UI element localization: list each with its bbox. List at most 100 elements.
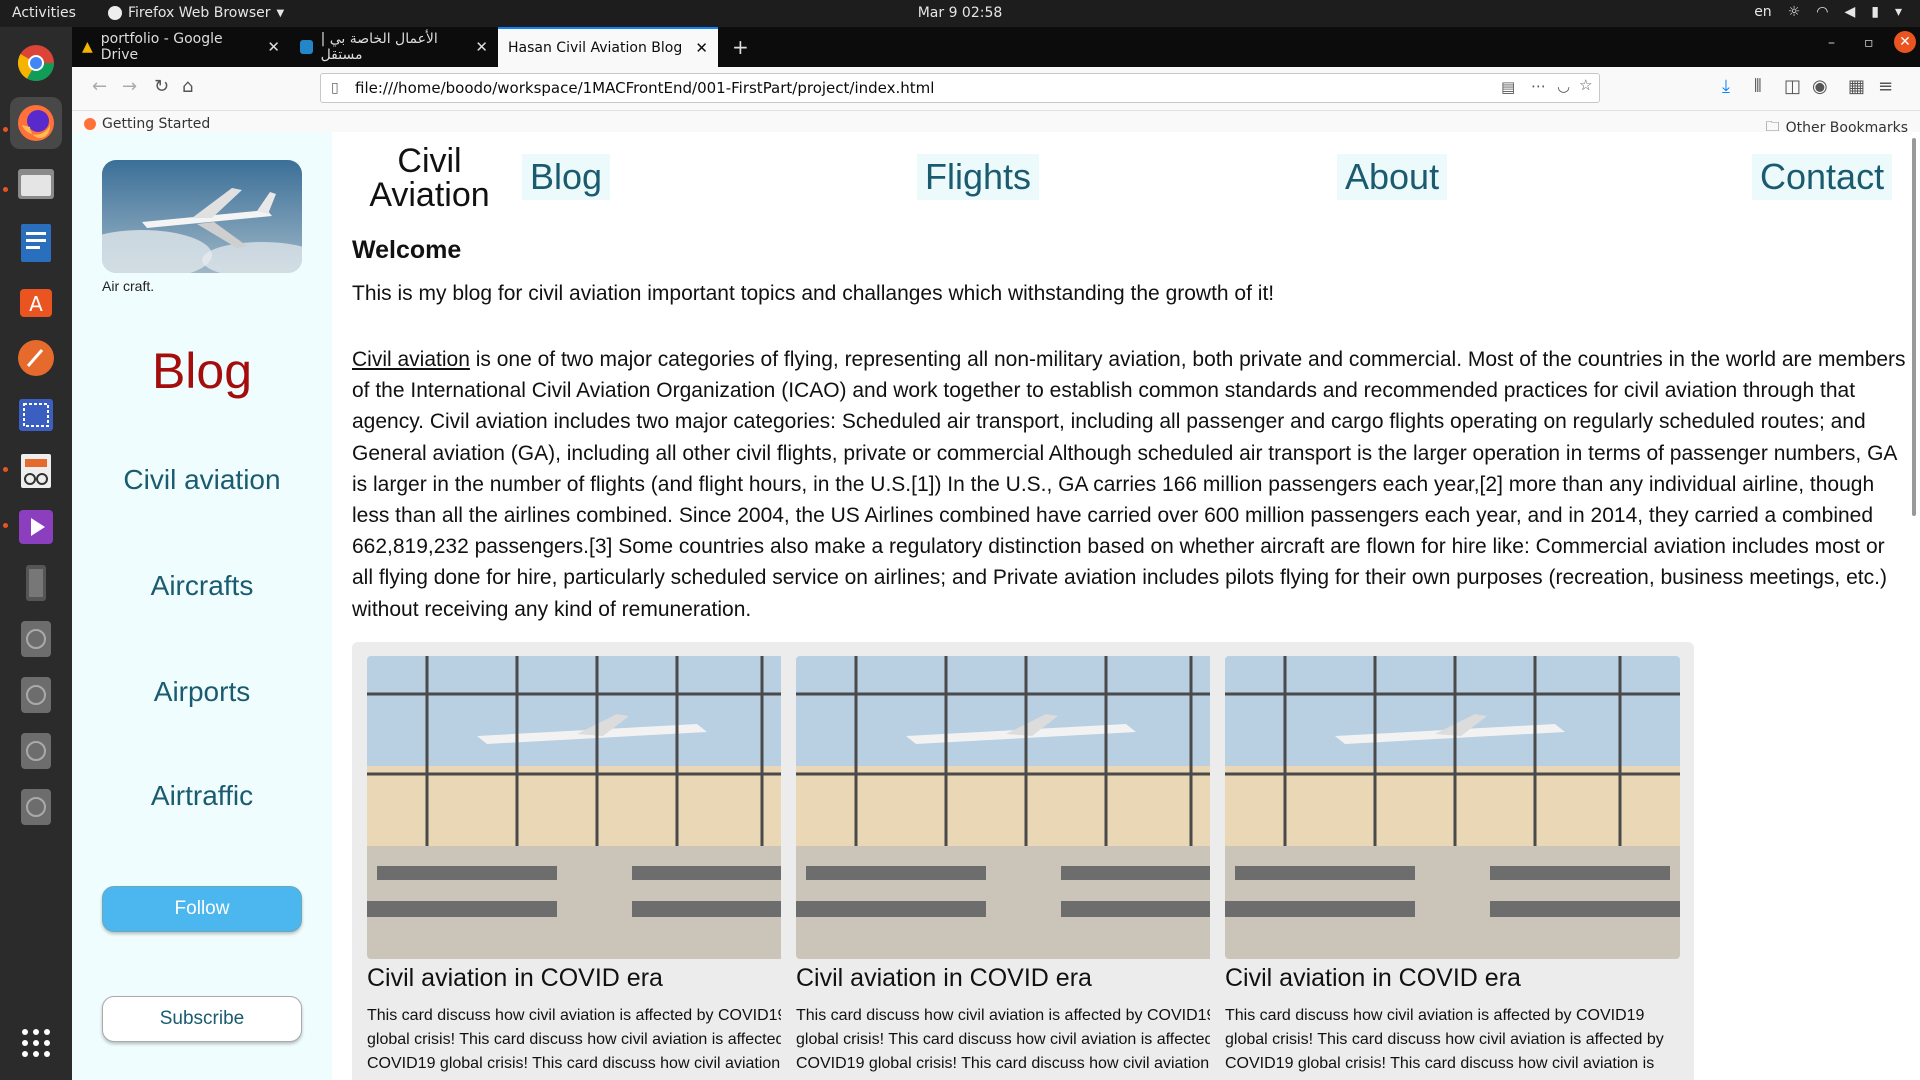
article-text: is one of two major categories of flying… [352,348,1906,621]
firefox-icon[interactable] [10,97,62,149]
extensions-icon[interactable]: ▦ [1848,76,1865,97]
bookmark-getting-started[interactable]: Getting Started [84,116,210,132]
close-tab-icon[interactable]: ✕ [267,38,280,56]
card-title: Civil aviation in COVID era [1225,964,1521,992]
card-body: This card discuss how civil aviation is … [367,1007,806,1080]
battery-icon: ▮ [1871,4,1879,20]
page-scrollbar[interactable] [1910,132,1918,1080]
page-actions-icon[interactable]: ⋯ [1531,77,1546,95]
card-body: This card discuss how civil aviation is … [1225,1007,1664,1080]
card-body: This card discuss how civil aviation is … [796,1007,1235,1080]
close-tab-icon[interactable]: ✕ [475,38,488,56]
running-indicator [3,467,8,472]
brand-line-1: Civil [397,142,462,180]
mostaql-icon [300,40,313,54]
google-drive-icon: ▲ [82,39,93,55]
scrollbar-thumb[interactable] [1912,138,1916,516]
brand-line-2: Aviation [369,176,490,214]
running-indicator [3,187,8,192]
follow-button[interactable]: Follow [102,886,302,932]
back-icon[interactable]: ← [92,76,107,97]
usb-drive-icon[interactable] [10,557,62,609]
sidebar-toggle-icon[interactable]: ◫ [1784,76,1801,97]
subscribe-button[interactable]: Subscribe [102,996,302,1042]
airport-image [367,656,822,959]
video-player-icon[interactable] [10,501,62,553]
chrome-icon[interactable] [10,37,62,89]
tab-mostaql[interactable]: الأعمال الخاصة بي | مستقل ✕ [290,27,498,67]
bookmark-star-icon[interactable]: ☆ [1579,76,1592,94]
files-icon[interactable] [10,157,62,209]
sidebar-link-airtraffic[interactable]: Airtraffic [72,780,332,812]
blog-card[interactable]: Civil aviation in COVID era This card di… [352,642,836,1080]
card-title: Civil aviation in COVID era [796,964,1092,992]
tab-label: الأعمال الخاصة بي | مستقل [320,31,438,63]
civil-aviation-link[interactable]: Civil aviation [352,348,470,371]
blog-sidebar: Air craft. Blog Civil aviation Aircrafts… [72,132,332,1080]
document-viewer-icon[interactable] [10,445,62,497]
clock[interactable]: Mar 9 02:58 [0,5,1920,21]
navigation-toolbar: ← → ↻ ⌂ ▯ file:///home/boodo/workspace/1… [72,67,1920,111]
wifi-icon: ◠ [1816,4,1829,20]
library-icon[interactable]: ⫴ [1754,76,1762,97]
new-tab-button[interactable]: + [722,27,762,67]
nav-flights[interactable]: Flights [917,154,1040,200]
nav-contact[interactable]: Contact [1752,154,1893,200]
sidebar-link-civil-aviation[interactable]: Civil aviation [72,464,332,496]
svg-text:A: A [29,292,43,316]
site-brand[interactable]: Civil Aviation [367,144,492,212]
airport-image [796,656,1251,959]
close-window-icon[interactable]: ✕ [1894,31,1916,53]
show-applications-icon[interactable] [10,1017,62,1069]
tab-bar: ▲ portfolio - Google Drive ✕ الأعمال الخ… [72,27,1920,67]
system-top-bar: Activities Firefox Web Browser ▼ Mar 9 0… [0,0,1920,27]
plus-icon: + [732,35,749,59]
account-icon[interactable]: ◉ [1812,76,1828,97]
sidebar-link-aircrafts[interactable]: Aircrafts [72,570,332,602]
url-bar[interactable]: ▯ file:///home/boodo/workspace/1MACFront… [320,73,1600,103]
system-tray[interactable]: en ☼ ◠ ◀ ▮ ▾ [1754,4,1902,20]
tab-google-drive[interactable]: ▲ portfolio - Google Drive ✕ [72,27,290,67]
language-indicator[interactable]: en [1754,4,1772,20]
airport-image [1225,656,1680,959]
main-content: Civil Aviation Blog Flights About Contac… [352,132,1912,1080]
blog-card[interactable]: Civil aviation in COVID era This card di… [1210,642,1694,1080]
disk-drive-icon[interactable] [10,669,62,721]
writer-icon[interactable] [10,217,62,269]
disk-drive-icon[interactable] [10,613,62,665]
welcome-heading: Welcome [352,236,462,264]
disk-drive-icon[interactable] [10,725,62,777]
nav-about[interactable]: About [1337,154,1448,200]
forward-icon[interactable]: → [122,76,137,97]
reload-icon[interactable]: ↻ [154,76,169,97]
minimize-icon[interactable]: – [1828,35,1835,51]
volume-icon: ◀ [1844,4,1856,20]
hamburger-menu-icon[interactable]: ≡ [1878,76,1893,97]
image-caption: Air craft. [102,278,155,294]
tab-label: portfolio - Google Drive [100,31,223,63]
pocket-icon[interactable]: ◡ [1557,77,1570,95]
sidebar-link-airports[interactable]: Airports [72,676,332,708]
dock: A [0,27,72,1080]
close-tab-icon[interactable]: ✕ [695,39,708,57]
restore-icon[interactable]: ▫ [1864,35,1874,51]
downloads-icon[interactable]: ⤓ [1722,76,1730,97]
tab-label: Hasan Civil Aviation Blog [508,40,683,56]
nav-blog[interactable]: Blog [522,154,611,200]
blog-card[interactable]: Civil aviation in COVID era This card di… [781,642,1265,1080]
reader-view-icon[interactable]: ▤ [1501,78,1515,96]
intro-text: This is my blog for civil aviation impor… [352,282,1275,305]
brightness-icon: ☼ [1787,4,1801,20]
card-title: Civil aviation in COVID era [367,964,663,992]
article-paragraph: Civil aviation is one of two major categ… [352,344,1907,625]
software-center-icon[interactable]: A [10,275,62,327]
url-text: file:///home/boodo/workspace/1MACFrontEn… [355,79,935,97]
power-menu-icon: ▾ [1894,4,1902,20]
home-icon[interactable]: ⌂ [182,76,193,97]
tab-civil-aviation-blog[interactable]: Hasan Civil Aviation Blog ✕ [498,27,718,67]
disk-drive-icon[interactable] [10,781,62,833]
web-page: Air craft. Blog Civil aviation Aircrafts… [72,132,1920,1080]
running-indicator [3,523,8,528]
screenshot-icon[interactable] [10,389,62,441]
editor-icon[interactable] [10,332,62,384]
